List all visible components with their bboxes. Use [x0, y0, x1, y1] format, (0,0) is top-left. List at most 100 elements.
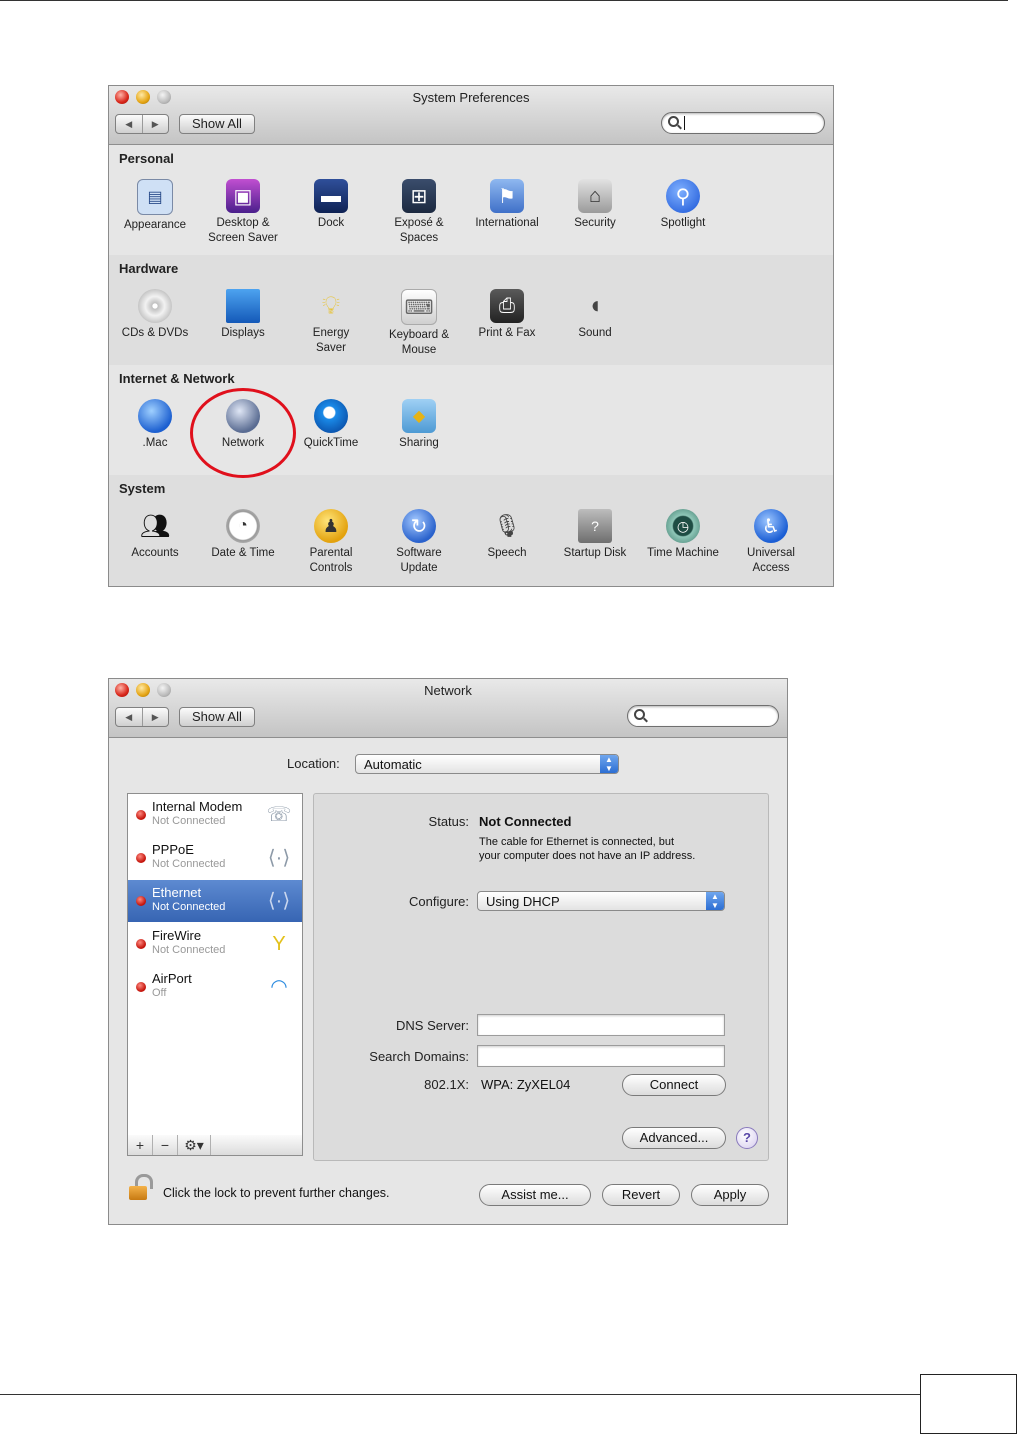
remove-service-button[interactable]: −	[153, 1135, 178, 1155]
pref-startup-disk[interactable]: ? Startup Disk	[552, 509, 638, 561]
pref-dotmac[interactable]: .Mac	[112, 399, 198, 451]
service-internal-modem[interactable]: Internal Modem Not Connected ☏	[128, 794, 302, 836]
phone-icon: ☏	[266, 804, 292, 826]
connect-button[interactable]: Connect	[622, 1074, 726, 1096]
pref-spotlight[interactable]: ⚲ Spotlight	[640, 179, 726, 231]
pref-time-machine[interactable]: ◷ Time Machine	[640, 509, 726, 561]
service-name: AirPort	[152, 971, 192, 986]
help-button[interactable]: ?	[736, 1127, 758, 1149]
search-domains-field[interactable]	[477, 1045, 725, 1067]
location-value: Automatic	[364, 757, 422, 772]
pref-displays[interactable]: Displays	[200, 289, 286, 341]
page-bottom-rule	[0, 1394, 920, 1395]
service-name: PPPoE	[152, 842, 194, 857]
pref-keyboard-mouse[interactable]: ⌨ Keyboard & Mouse	[376, 289, 462, 358]
pref-parental-controls[interactable]: ♟ Parental Controls	[288, 509, 374, 576]
pref-universal-access[interactable]: ♿︎ Universal Access	[728, 509, 814, 576]
forward-arrow-icon[interactable]: ▶	[141, 115, 169, 133]
universal-access-icon: ♿︎	[754, 509, 788, 543]
pref-dock[interactable]: ▬ Dock	[288, 179, 374, 231]
dotmac-globe-icon	[138, 399, 172, 433]
keyboard-mouse-icon: ⌨	[401, 289, 437, 325]
pref-sound[interactable]: ◖ Sound	[552, 289, 638, 341]
pref-label: QuickTime	[303, 437, 359, 449]
back-forward-control: ◀ ▶	[115, 707, 169, 727]
back-arrow-icon[interactable]: ◀	[116, 708, 142, 726]
speaker-icon: ◖	[587, 292, 603, 319]
pref-label: Print & Fax	[478, 327, 536, 339]
status-dot-icon	[136, 982, 146, 992]
pref-label: Startup Disk	[563, 547, 627, 559]
pref-speech[interactable]: 🎙︎ Speech	[464, 509, 550, 561]
configure-value: Using DHCP	[486, 894, 560, 909]
section-label: Internet & Network	[119, 371, 235, 386]
pref-label: Keyboard & Mouse	[388, 329, 450, 356]
section-hardware: Hardware CDs & DVDs Displays 💡︎ Energy S…	[109, 255, 833, 365]
pref-accounts[interactable]: 👥︎ Accounts	[112, 509, 198, 561]
pref-date-time[interactable]: ◔ Date & Time	[200, 509, 286, 561]
section-label: Personal	[119, 151, 174, 166]
accounts-people-icon: 👥︎	[139, 512, 171, 540]
service-pppoe[interactable]: PPPoE Not Connected ⟨·⟩	[128, 837, 302, 879]
pref-software-update[interactable]: ↻ Software Update	[376, 509, 462, 576]
show-all-button[interactable]: Show All	[179, 707, 255, 727]
show-all-button[interactable]: Show All	[179, 114, 255, 134]
pref-international[interactable]: ⚑ International	[464, 179, 550, 231]
pref-label: CDs & DVDs	[121, 327, 189, 339]
service-airport[interactable]: AirPort Off ◠	[128, 966, 302, 1008]
ethernet-arrows-icon: ⟨·⟩	[267, 847, 291, 869]
service-detail-pane: Status: Not Connected The cable for Ethe…	[313, 793, 769, 1161]
quicktime-icon	[314, 399, 348, 433]
gear-icon[interactable]: ⚙▾	[178, 1135, 211, 1155]
pref-desktop-screen-saver[interactable]: ▣ Desktop & Screen Saver	[200, 179, 286, 246]
firewire-icon: Y	[272, 933, 286, 955]
search-input[interactable]	[661, 112, 825, 134]
service-firewire[interactable]: FireWire Not Connected Y	[128, 923, 302, 965]
forward-arrow-icon[interactable]: ▶	[141, 708, 169, 726]
titlebar: Network ◀ ▶ Show All	[109, 679, 787, 738]
status-value: Not Connected	[479, 814, 572, 829]
dot1x-label: 802.1X:	[424, 1077, 469, 1092]
configure-label: Configure:	[409, 894, 469, 909]
section-system: System 👥︎ Accounts ◔ Date & Time ♟ Paren…	[109, 475, 833, 586]
advanced-button[interactable]: Advanced...	[622, 1127, 726, 1149]
lock-icon[interactable]	[129, 1174, 153, 1202]
search-domains-label: Search Domains:	[369, 1049, 469, 1064]
pref-energy-saver[interactable]: 💡︎ Energy Saver	[288, 289, 374, 356]
pref-label: Sharing	[399, 437, 439, 449]
pref-label: Universal Access	[747, 547, 795, 574]
pref-quicktime[interactable]: QuickTime	[288, 399, 374, 451]
section-label: System	[119, 481, 166, 496]
add-service-button[interactable]: +	[128, 1135, 153, 1155]
pref-expose-spaces[interactable]: ⊞ Exposé & Spaces	[376, 179, 462, 246]
pref-label: Time Machine	[647, 547, 719, 559]
pref-label: Dock	[317, 217, 345, 229]
pref-label: Software Update	[396, 547, 442, 574]
pref-label: Sound	[578, 327, 612, 339]
pref-print-fax[interactable]: ⎙ Print & Fax	[464, 289, 550, 341]
status-dot-icon	[136, 810, 146, 820]
popup-arrows-icon: ▲ ▼	[706, 892, 724, 910]
pref-security[interactable]: ⌂ Security	[552, 179, 638, 231]
revert-button[interactable]: Revert	[602, 1184, 680, 1206]
back-forward-control: ◀ ▶	[115, 114, 169, 134]
apply-button[interactable]: Apply	[691, 1184, 769, 1206]
parental-controls-icon: ♟	[314, 509, 348, 543]
pref-appearance[interactable]: ▤ Appearance	[112, 179, 198, 233]
international-flag-icon: ⚑	[490, 179, 524, 213]
network-highlight-circle	[190, 388, 296, 478]
service-ethernet[interactable]: Ethernet Not Connected ⟨·⟩	[128, 880, 302, 922]
location-popup[interactable]: Automatic ▲ ▼	[355, 754, 619, 774]
status-dot-icon	[136, 939, 146, 949]
pref-cds-dvds[interactable]: CDs & DVDs	[112, 289, 198, 341]
pref-sharing[interactable]: ◆ Sharing	[376, 399, 462, 451]
lock-message: Click the lock to prevent further change…	[163, 1186, 390, 1200]
configure-popup[interactable]: Using DHCP ▲ ▼	[477, 891, 725, 911]
search-input[interactable]	[627, 705, 779, 727]
assist-me-button[interactable]: Assist me...	[479, 1184, 591, 1206]
status-description-line2: your computer does not have an IP addres…	[479, 850, 696, 862]
spotlight-icon: ⚲	[666, 179, 700, 213]
dns-server-field[interactable]	[477, 1014, 725, 1036]
back-arrow-icon[interactable]: ◀	[116, 115, 142, 133]
status-dot-icon	[136, 896, 146, 906]
